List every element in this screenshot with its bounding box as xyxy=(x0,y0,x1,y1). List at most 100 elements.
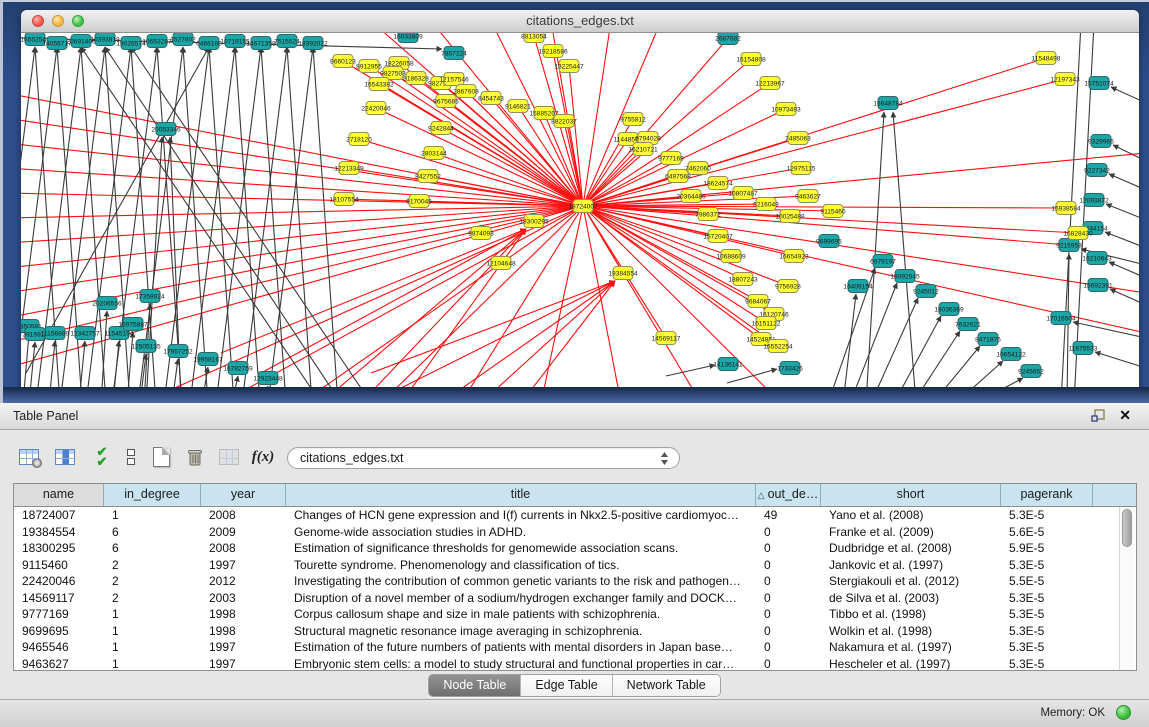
graph-node[interactable]: 9170045 xyxy=(406,195,432,208)
cell-pagerank[interactable]: 5.3E-5 xyxy=(1001,590,1093,607)
cell-short[interactable]: Tibbo et al. (1998) xyxy=(821,606,1001,623)
network-window[interactable]: citations_edges.txt 18724007165525471405… xyxy=(21,10,1139,392)
table-row[interactable]: 1938455462009Genome-wide association stu… xyxy=(14,524,1136,541)
cell-pagerank[interactable]: 5.3E-5 xyxy=(1001,623,1093,640)
cell-short[interactable]: Nakamura et al. (1997) xyxy=(821,639,1001,656)
column-header-name[interactable]: name xyxy=(14,484,104,506)
cell-short[interactable]: Dudbridge et al. (2008) xyxy=(821,540,1001,557)
cell-name[interactable]: 19384554 xyxy=(14,524,104,541)
graph-node[interactable]: 7857224 xyxy=(441,47,467,60)
graph-node[interactable]: 8660123 xyxy=(330,55,356,68)
edge-black[interactable] xyxy=(1109,174,1139,190)
cell-title[interactable]: Estimation of significance thresholds fo… xyxy=(286,540,756,557)
graph-node[interactable]: 12975115 xyxy=(787,162,816,175)
graph-node[interactable]: 9115460 xyxy=(820,205,846,218)
graph-node[interactable]: 8427552 xyxy=(415,170,441,183)
create-column-button[interactable] xyxy=(148,444,174,470)
row-height-button[interactable] xyxy=(118,444,144,470)
edge-black[interactable] xyxy=(894,316,941,392)
column-header-out_de[interactable]: △out_de… xyxy=(756,484,821,506)
edge-black[interactable] xyxy=(1105,232,1139,248)
memory-status-indicator-icon[interactable] xyxy=(1116,705,1131,720)
cell-year[interactable]: 1997 xyxy=(201,557,286,574)
edge-red[interactable] xyxy=(583,33,611,206)
graph-node[interactable]: 20053346 xyxy=(151,123,181,136)
cell-pagerank[interactable]: 5.3E-5 xyxy=(1001,656,1093,672)
cell-short[interactable]: Wolkin et al. (1998) xyxy=(821,623,1001,640)
edge-black[interactable] xyxy=(313,47,338,392)
graph-node[interactable]: 2867608 xyxy=(453,85,479,98)
graph-node[interactable]: 12213967 xyxy=(755,77,785,90)
graph-node[interactable]: 14136141 xyxy=(713,358,743,371)
edge-red[interactable] xyxy=(21,206,583,218)
cell-title[interactable]: Corpus callosum shape and size in male p… xyxy=(286,606,756,623)
graph-node[interactable]: 7485063 xyxy=(785,132,811,145)
edge-black[interactable] xyxy=(1109,262,1139,278)
graph-node[interactable]: 14671358 xyxy=(246,37,276,50)
graph-node[interactable]: 1733426 xyxy=(777,362,803,375)
cell-short[interactable]: Yano et al. (2008) xyxy=(821,507,1001,524)
edge-black[interactable] xyxy=(933,346,980,392)
graph-node[interactable]: 16654923 xyxy=(779,250,809,263)
edge-red[interactable] xyxy=(21,93,583,206)
edge-red[interactable] xyxy=(401,281,615,388)
select-columns-button[interactable] xyxy=(52,444,78,470)
cell-short[interactable]: de Silva et al. (2003) xyxy=(821,590,1001,607)
table-row[interactable]: 911546021997Tourette syndrome. Phenomeno… xyxy=(14,557,1136,574)
graph-node[interactable]: 9242844 xyxy=(428,122,454,135)
graph-node[interactable]: 12213349 xyxy=(334,162,364,175)
cell-in_degree[interactable]: 6 xyxy=(104,540,201,557)
graph-node[interactable]: 15938584 xyxy=(1051,202,1081,215)
edge-black[interactable] xyxy=(666,365,715,376)
graph-node[interactable]: 9329966 xyxy=(1088,135,1114,148)
cell-pagerank[interactable]: 5.3E-5 xyxy=(1001,557,1093,574)
graph-node[interactable]: 10688609 xyxy=(716,250,746,263)
cell-out_de[interactable]: 0 xyxy=(756,540,821,557)
cell-title[interactable]: Changes of HCN gene expression and I(f) … xyxy=(286,507,756,524)
cell-title[interactable]: Genome-wide association studies in ADHD. xyxy=(286,524,756,541)
table-row[interactable]: 946554611997Estimation of the future num… xyxy=(14,639,1136,656)
table-vertical-scrollbar[interactable] xyxy=(1119,507,1135,670)
edge-black[interactable] xyxy=(913,331,960,392)
cell-name[interactable]: 18300295 xyxy=(14,540,104,557)
cell-pagerank[interactable]: 5.3E-5 xyxy=(1001,639,1093,656)
cell-year[interactable]: 2003 xyxy=(201,590,286,607)
graph-node[interactable]: 9215958 xyxy=(1056,239,1082,252)
cell-name[interactable]: 14569117 xyxy=(14,590,104,607)
graph-node[interactable]: 14569117 xyxy=(652,332,681,345)
graph-node[interactable]: 8822037 xyxy=(551,115,577,128)
edge-red[interactable] xyxy=(21,168,583,206)
cell-name[interactable]: 18724007 xyxy=(14,507,104,524)
cell-name[interactable]: 9465546 xyxy=(14,639,104,656)
cell-short[interactable]: Franke et al. (2009) xyxy=(821,524,1001,541)
graph-node[interactable]: 16154808 xyxy=(736,53,766,66)
edge-black[interactable] xyxy=(1111,87,1139,103)
cell-in_degree[interactable]: 2 xyxy=(104,573,201,590)
graph-node[interactable]: 9777169 xyxy=(658,152,684,165)
graph-node[interactable]: 18807243 xyxy=(728,273,758,286)
cell-pagerank[interactable]: 5.3E-5 xyxy=(1001,606,1093,623)
cell-in_degree[interactable]: 1 xyxy=(104,606,201,623)
cell-title[interactable]: Estimation of the future numbers of pati… xyxy=(286,639,756,656)
cell-pagerank[interactable]: 5.6E-5 xyxy=(1001,524,1093,541)
edge-black[interactable] xyxy=(850,283,897,392)
edge-black[interactable] xyxy=(1113,145,1139,161)
graph-node[interactable]: 10973493 xyxy=(771,103,801,116)
edge-black[interactable] xyxy=(57,47,82,392)
graph-node[interactable]: 6679197 xyxy=(870,255,896,268)
graph-node[interactable]: 10654122 xyxy=(996,348,1026,361)
graph-node[interactable]: 8186328 xyxy=(403,72,429,85)
graph-node[interactable]: 1527602 xyxy=(170,33,196,46)
cell-pagerank[interactable]: 5.9E-5 xyxy=(1001,540,1093,557)
table-row[interactable]: 2242004622012Investigating the contribut… xyxy=(14,573,1136,590)
cell-title[interactable]: Embryonic stem cells: a model to study s… xyxy=(286,656,756,672)
graph-node[interactable]: 9146821 xyxy=(505,100,531,113)
graph-node[interactable]: 12923448 xyxy=(253,372,283,385)
graph-node[interactable]: 8454743 xyxy=(478,92,504,105)
edge-black[interactable] xyxy=(1095,352,1139,368)
float-window-icon[interactable] xyxy=(1091,409,1105,422)
cell-title[interactable]: Tourette syndrome. Phenomenology and cla… xyxy=(286,557,756,574)
cell-year[interactable]: 1997 xyxy=(201,656,286,672)
cell-name[interactable]: 9115460 xyxy=(14,557,104,574)
table-row[interactable]: 977716911998Corpus callosum shape and si… xyxy=(14,606,1136,623)
